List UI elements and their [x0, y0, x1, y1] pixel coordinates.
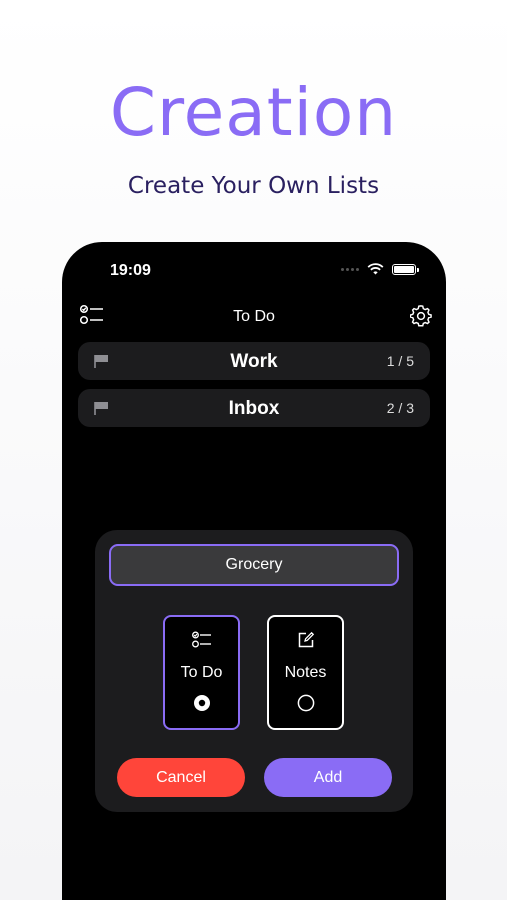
promo-subheadline: Create Your Own Lists [127, 173, 380, 199]
gear-icon[interactable] [409, 305, 432, 332]
list-item-inbox[interactable]: Inbox 2 / 3 [78, 389, 430, 427]
promo-headline: Creation [109, 74, 398, 151]
radio-selected-icon [165, 694, 238, 712]
type-option-label: To Do [180, 664, 223, 681]
status-icons [341, 263, 419, 275]
signal-icon [341, 267, 359, 271]
type-option-label: Notes [284, 664, 327, 681]
list-name-input[interactable] [109, 544, 399, 586]
list-item-count: 1 / 5 [386, 353, 414, 369]
type-option-notes[interactable]: Notes [267, 615, 344, 730]
new-list-dialog: To Do Notes Cancel [95, 530, 413, 812]
nav-bar: To Do [62, 302, 446, 330]
phone-frame: 19:09 To Do Work 1 / 5 Inbox 2 / 3 Groce… [62, 242, 446, 900]
radio-unselected-icon [269, 694, 342, 712]
type-option-todo[interactable]: To Do [163, 615, 240, 730]
list-item-name: Inbox [228, 398, 280, 419]
cancel-button[interactable]: Cancel [117, 758, 245, 797]
edit-note-icon [269, 631, 342, 649]
nav-title: To Do [233, 308, 275, 325]
add-button[interactable]: Add [264, 758, 392, 797]
list-item-count: 2 / 3 [386, 400, 414, 416]
wifi-icon [367, 263, 384, 275]
list-item-work[interactable]: Work 1 / 5 [78, 342, 430, 380]
battery-icon [392, 263, 419, 275]
list-item-name: Work [230, 351, 278, 372]
status-time: 19:09 [110, 262, 151, 279]
checklist-icon [165, 631, 238, 649]
